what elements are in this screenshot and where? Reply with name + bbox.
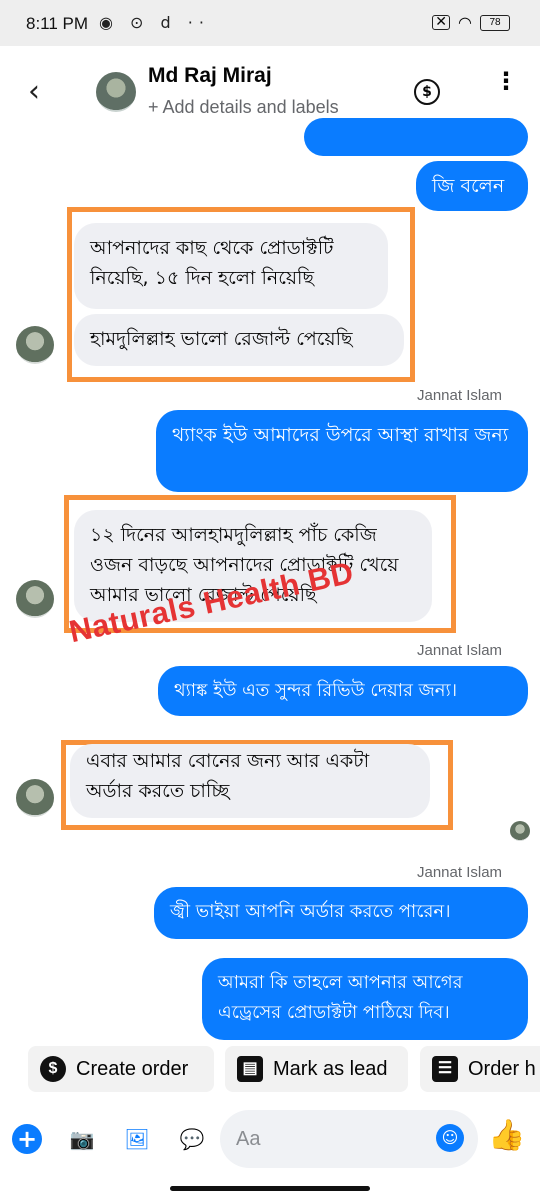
avatar[interactable] [16, 326, 54, 364]
camera-icon[interactable]: 📷 [67, 1124, 97, 1154]
seen-avatar [510, 821, 530, 841]
order-history-button[interactable]: ☰ Order h [420, 1046, 540, 1092]
message-bubble[interactable]: হামদুলিল্লাহ ভালো রেজাল্ট পেয়েছি [74, 314, 404, 366]
quick-actions-bar: $ Create order ▤ Mark as lead ☰ Order h [0, 1046, 540, 1092]
dollar-icon: $ [40, 1056, 66, 1082]
message-bubble[interactable]: থ্যাংক ইউ আমাদের উপরে আস্থা রাখার জন্য [156, 410, 528, 492]
gallery-icon[interactable]: 🖼 [122, 1124, 152, 1154]
more-options-icon[interactable]: ⋮ [494, 69, 518, 93]
contact-card-icon: ▤ [237, 1056, 263, 1082]
create-order-button[interactable]: $ Create order [28, 1046, 214, 1092]
wifi-icon: ◠ [458, 13, 472, 32]
status-bar: 8:11 PM ◉ ⊙ d ·· ✕ ◠ 78 [0, 0, 540, 46]
back-icon[interactable]: ‹ [28, 74, 40, 109]
sender-label: Jannat Islam [417, 387, 503, 404]
battery-icon: 78 [480, 14, 510, 31]
gesture-bar [170, 1186, 370, 1191]
signal-off-icon: ✕ [432, 15, 451, 30]
dollar-icon[interactable]: $ [414, 79, 440, 105]
avatar[interactable] [16, 779, 54, 817]
order-history-label: Order h [468, 1057, 536, 1080]
message-bubble[interactable]: আমরা কি তাহলে আপনার আগের এড্রেসের প্রোডা… [202, 958, 528, 1040]
message-bubble[interactable]: এবার আমার বোনের জন্য আর একটা অর্ডার করতে… [70, 744, 430, 818]
avatar[interactable] [96, 72, 136, 112]
list-icon: ☰ [432, 1056, 458, 1082]
mark-as-lead-label: Mark as lead [273, 1057, 388, 1080]
add-details-link[interactable]: + Add details and labels [148, 97, 339, 118]
message-bubble[interactable]: থ্যাঙ্ক ইউ এত সুন্দর রিভিউ দেয়ার জন্য। [158, 666, 528, 716]
emoji-icon[interactable]: ☺ [436, 1124, 464, 1152]
plus-icon[interactable]: + [12, 1124, 42, 1154]
sender-label: Jannat Islam [417, 864, 503, 881]
thumbs-up-icon[interactable]: 👍 [488, 1118, 525, 1153]
contact-name[interactable]: Md Raj Miraj [148, 64, 272, 88]
chat-options-icon[interactable]: 💬 [177, 1124, 207, 1154]
create-order-label: Create order [76, 1057, 189, 1080]
message-bubble-cut[interactable] [304, 118, 528, 156]
status-right: ✕ ◠ 78 [432, 13, 510, 32]
message-bubble[interactable]: জি বলেন [416, 161, 528, 211]
sender-label: Jannat Islam [417, 642, 503, 659]
message-composer: + 📷 🖼 💬 Aa ☺ 👍 [0, 1108, 540, 1170]
avatar[interactable] [16, 580, 54, 618]
mark-as-lead-button[interactable]: ▤ Mark as lead [225, 1046, 408, 1092]
message-bubble[interactable]: আপনাদের কাছ থেকে প্রোডাক্টটি নিয়েছি, ১৫… [74, 223, 388, 309]
status-time: 8:11 PM [26, 14, 89, 33]
message-bubble[interactable]: জ্বী ভাইয়া আপনি অর্ডার করতে পারেন। [154, 887, 528, 939]
notification-icons: ◉ ⊙ d ·· [99, 13, 210, 32]
